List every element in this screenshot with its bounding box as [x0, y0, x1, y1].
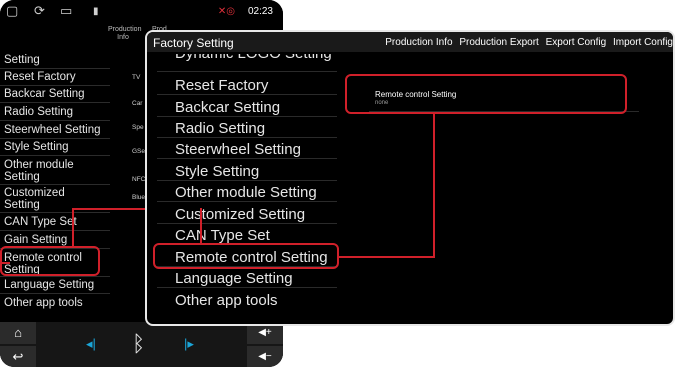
tab-production-info[interactable]: Production Info	[385, 37, 452, 48]
divider	[0, 212, 110, 213]
battery-icon: ▮	[93, 6, 99, 17]
bg-tab-production-info[interactable]: Production Info	[108, 26, 141, 42]
tab-import-config[interactable]: Import Config	[613, 37, 673, 48]
divider	[157, 116, 337, 117]
menu-steerwheel-setting[interactable]: Steerwheel Setting	[175, 142, 375, 158]
status-time: 02:23	[247, 6, 273, 17]
connector-line	[0, 262, 10, 264]
panel-header: Factory Setting Production Info Producti…	[147, 32, 673, 52]
bg-item-car[interactable]: Car	[132, 100, 142, 107]
tab-export-config[interactable]: Export Config	[546, 37, 607, 48]
bg-menu-backcar[interactable]: Backcar Setting	[0, 88, 110, 100]
bg-menu-language[interactable]: Language Setting	[0, 279, 110, 291]
bg-menu-radio[interactable]: Radio Setting	[0, 106, 110, 118]
menu-radio-setting[interactable]: Radio Setting	[175, 121, 375, 137]
panel-tabs: Production Info Production Export Export…	[381, 37, 673, 48]
divider	[0, 85, 110, 86]
divider	[157, 287, 337, 288]
divider	[157, 137, 337, 138]
connector-line	[72, 208, 74, 247]
status-bar: ▢ ⟳ ▭ ▮ ✕◎ 02:23	[0, 0, 283, 24]
home-icon[interactable]: ▢	[6, 5, 18, 18]
bg-item-nfc[interactable]: NFC	[132, 176, 145, 183]
menu-other-module-setting[interactable]: Other module Setting	[175, 185, 375, 201]
divider	[0, 230, 110, 231]
volume-down-icon[interactable]: ◂|	[86, 336, 104, 354]
highlight-box-remote-submenu	[345, 74, 627, 114]
bg-menu-setting[interactable]: Setting	[0, 54, 110, 66]
divider	[0, 155, 110, 156]
divider	[157, 94, 337, 95]
bg-menu-steerwheel[interactable]: Steerwheel Setting	[0, 124, 110, 136]
panel-title: Factory Setting	[153, 36, 234, 50]
divider	[157, 180, 337, 181]
recent-apps-icon[interactable]: ▭	[60, 5, 72, 18]
connector-line	[200, 208, 202, 244]
highlight-box-bg-remote	[0, 246, 100, 276]
bg-menu-other-app[interactable]: Other app tools	[0, 297, 110, 309]
divider	[157, 158, 337, 159]
volume-up-icon[interactable]: |▸	[184, 336, 202, 354]
menu-customized-setting[interactable]: Customized Setting	[175, 207, 375, 223]
menu-dynamic-logo[interactable]: Dynamic LOGO Setting	[175, 54, 375, 62]
divider	[157, 71, 337, 72]
bg-menu-can-type[interactable]: CAN Type Set	[0, 216, 110, 228]
menu-style-setting[interactable]: Style Setting	[175, 164, 375, 180]
divider	[0, 138, 110, 139]
bg-menu-reset-factory[interactable]: Reset Factory	[0, 71, 110, 83]
highlight-box-remote-control	[153, 243, 339, 269]
divider	[0, 68, 110, 69]
bg-menu-other-module[interactable]: Other module Setting	[0, 159, 80, 183]
bg-menu-gain[interactable]: Gain Setting	[0, 234, 110, 246]
menu-can-type-set[interactable]: CAN Type Set	[175, 228, 375, 244]
bg-item-blue[interactable]: Blue	[132, 194, 145, 201]
bg-item-gse[interactable]: GSe	[132, 148, 145, 155]
connector-line	[433, 114, 435, 258]
notification-icon: ✕◎	[217, 6, 235, 17]
tab-production-export[interactable]: Production Export	[459, 37, 539, 48]
divider	[0, 102, 110, 103]
divider	[157, 201, 337, 202]
connector-line	[339, 256, 435, 258]
bluetooth-icon[interactable]: ᛒ	[132, 332, 154, 358]
bg-menu-customized[interactable]: Customized Setting	[0, 187, 80, 211]
bg-menu-style[interactable]: Style Setting	[0, 141, 110, 153]
divider	[0, 184, 110, 185]
back-button[interactable]: ↩	[0, 346, 36, 367]
menu-other-app-tools[interactable]: Other app tools	[175, 293, 375, 309]
volume-minus-button[interactable]: ◀−	[247, 346, 283, 367]
home-button[interactable]: ⌂	[0, 322, 36, 344]
bg-item-spe[interactable]: Spe	[132, 124, 144, 131]
divider	[0, 276, 110, 277]
sync-icon[interactable]: ⟳	[34, 5, 45, 18]
divider	[0, 120, 110, 121]
menu-language-setting[interactable]: Language Setting	[175, 271, 375, 287]
divider	[157, 223, 337, 224]
divider	[0, 293, 110, 294]
bg-item-tv[interactable]: TV	[132, 74, 140, 81]
